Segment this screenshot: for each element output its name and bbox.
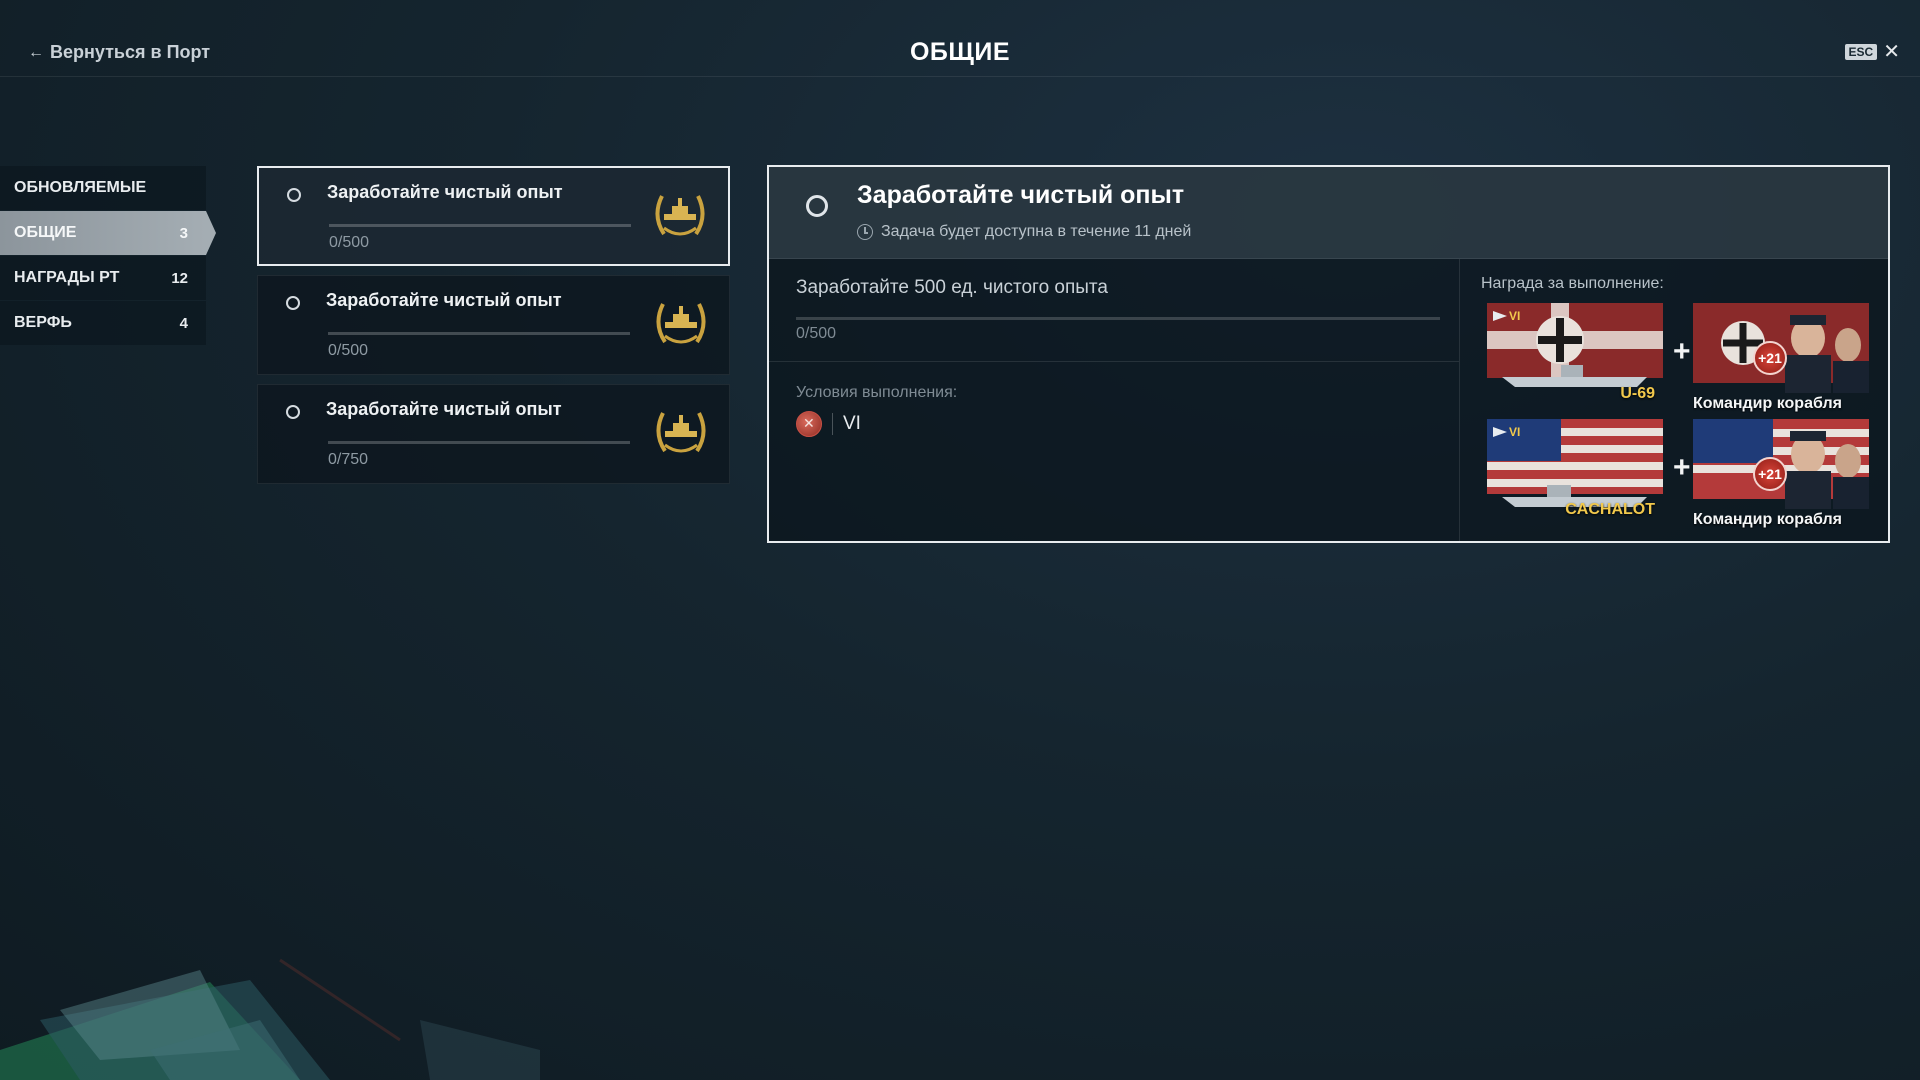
reward-tier: VI [1509, 309, 1521, 323]
task-detail-panel: Заработайте чистый опыт Задача будет дос… [767, 165, 1890, 543]
task-card[interactable]: Заработайте чистый опыт 0/500 [257, 166, 730, 266]
esc-key-hint: ESC [1844, 44, 1878, 60]
laurel-emblem-icon [656, 303, 706, 344]
commander-bonus-badge: +21 [1753, 457, 1787, 491]
commander-bonus-badge: +21 [1753, 341, 1787, 375]
tier-flag-icon [1493, 427, 1507, 437]
reward-row: VI CACHALOT + +21 Командир корабля [1487, 419, 1877, 529]
tier-badge: VI [1493, 309, 1520, 323]
reward-commander-card[interactable]: +21 Командир корабля [1693, 303, 1869, 413]
background-map-decoration [0, 958, 540, 1080]
top-bar: ← Вернуться в Порт ОБЩИЕ ESC ✕ [0, 0, 1920, 77]
condition-tier: VI [843, 413, 861, 434]
sidebar-item-count: 3 [179, 224, 188, 242]
task-progress-bar [328, 332, 630, 335]
conditions-row: VI [796, 411, 861, 437]
objective-block: Заработайте 500 ед. чистого опыта 0/500 [769, 259, 1459, 362]
sidebar-item-label: ВЕРФЬ [14, 314, 72, 331]
plus-sign: + [1673, 451, 1691, 484]
task-radio[interactable] [286, 405, 300, 419]
task-list: Заработайте чистый опыт 0/500 Заработайт… [257, 166, 730, 493]
sidebar-item-updatable[interactable]: ОБНОВЛЯЕМЫЕ [0, 166, 206, 210]
detail-radio[interactable] [806, 195, 828, 217]
task-card[interactable]: Заработайте чистый опыт 0/750 [257, 384, 730, 484]
availability-note: Задача будет доступна в течение 11 дней [857, 223, 1191, 241]
reward-tier: VI [1509, 425, 1521, 439]
reward-ship-name: U-69 [1620, 385, 1655, 402]
task-card[interactable]: Заработайте чистый опыт 0/500 [257, 275, 730, 375]
page-title: ОБЩИЕ [909, 38, 1011, 66]
task-progress-text: 0/500 [329, 234, 370, 251]
nation-icon [796, 411, 822, 437]
task-title: Заработайте чистый опыт [327, 182, 563, 202]
sidebar-item-label: ОБНОВЛЯЕМЫЕ [14, 179, 147, 196]
clock-icon [857, 224, 873, 240]
sidebar-item-label: НАГРАДЫ РТ [14, 269, 120, 286]
detail-header: Заработайте чистый опыт Задача будет дос… [769, 167, 1888, 259]
task-progress-bar [329, 224, 631, 227]
laurel-emblem-icon [656, 412, 706, 453]
divider [832, 413, 833, 435]
rewards-section: Награда за выполнение: VI U-69 + +21 Ком… [1461, 259, 1888, 541]
task-radio[interactable] [287, 188, 301, 202]
reward-row: VI U-69 + +21 Командир корабля [1487, 303, 1877, 413]
sidebar-item-rt-rewards[interactable]: НАГРАДЫ РТ 12 [0, 256, 206, 300]
reward-ship-card[interactable]: VI CACHALOT [1487, 419, 1663, 519]
task-title: Заработайте чистый опыт [326, 399, 562, 419]
reward-commander-name: Командир корабля [1693, 511, 1842, 528]
close-icon[interactable]: ✕ [1883, 42, 1900, 62]
task-progress-bar [328, 441, 630, 444]
sidebar-item-count: 4 [179, 314, 188, 332]
tier-badge: VI [1493, 425, 1520, 439]
objective-progress-bar [796, 317, 1440, 320]
objective-text: Заработайте 500 ед. чистого опыта [796, 277, 1108, 298]
conditions-label: Условия выполнения: [796, 384, 958, 401]
availability-text: Задача будет доступна в течение 11 дней [881, 223, 1192, 240]
reward-commander-card[interactable]: +21 Командир корабля [1693, 419, 1869, 529]
objective-progress-text: 0/500 [796, 325, 837, 342]
sidebar-item-count: 12 [171, 269, 188, 287]
sidebar-item-label: ОБЩИЕ [14, 224, 77, 241]
task-progress-text: 0/500 [328, 342, 369, 359]
plus-sign: + [1673, 335, 1691, 368]
reward-label: Награда за выполнение: [1481, 275, 1664, 292]
task-radio[interactable] [286, 296, 300, 310]
reward-ship-name: CACHALOT [1565, 501, 1655, 518]
laurel-emblem-icon [655, 195, 705, 236]
task-progress-text: 0/750 [328, 451, 369, 468]
tier-flag-icon [1493, 311, 1507, 321]
task-title: Заработайте чистый опыт [326, 290, 562, 310]
close-control[interactable]: ESC ✕ [1844, 42, 1900, 62]
sidebar-item-general[interactable]: ОБЩИЕ 3 [0, 211, 216, 255]
reward-commander-name: Командир корабля [1693, 395, 1842, 412]
detail-title: Заработайте чистый опыт [857, 181, 1185, 209]
reward-ship-card[interactable]: VI U-69 [1487, 303, 1663, 403]
category-sidebar: ОБНОВЛЯЕМЫЕ ОБЩИЕ 3 НАГРАДЫ РТ 12 ВЕРФЬ … [0, 166, 216, 346]
objective-section: Заработайте 500 ед. чистого опыта 0/500 … [769, 259, 1460, 541]
sidebar-item-shipyard[interactable]: ВЕРФЬ 4 [0, 301, 206, 345]
